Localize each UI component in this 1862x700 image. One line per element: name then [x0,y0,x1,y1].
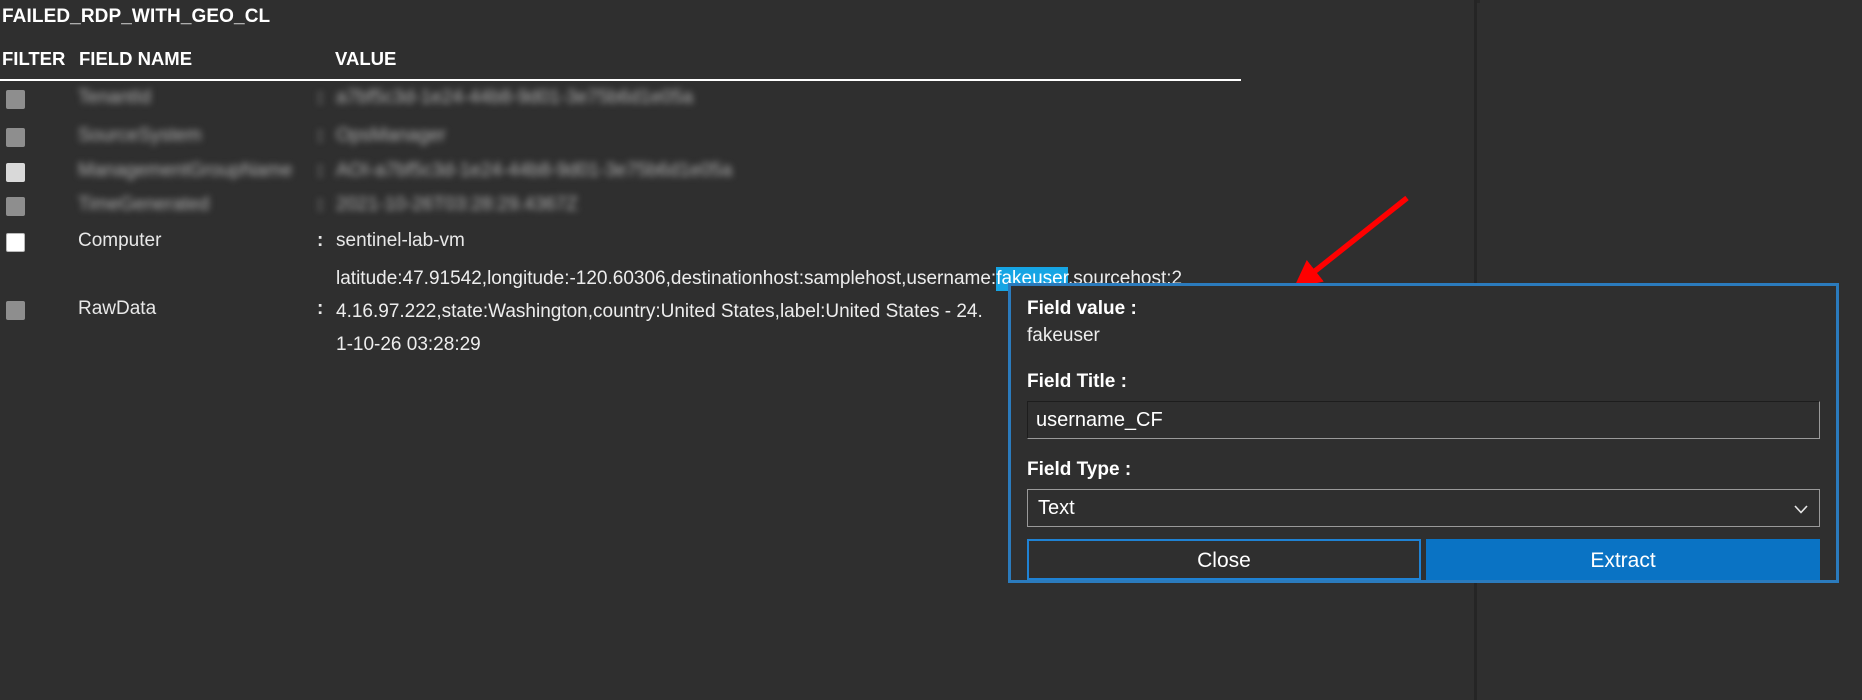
field-type-label: Field Type : [1027,459,1132,480]
row-field-name: SourceSystem [78,125,202,146]
extract-button[interactable]: Extract [1426,539,1820,580]
table-row-computer[interactable]: Computer : sentinel-lab-vm [0,227,1477,262]
row-field-name: Computer [78,230,162,251]
field-value-label: Field value : [1027,298,1137,319]
row-separator: : [317,87,324,108]
row-checkbox[interactable] [6,90,25,109]
field-type-select[interactable]: Text [1027,489,1820,527]
row-value: a7bf5c3d-1e24-44b8-9d01-3e75b6d1e05a [336,87,694,108]
screen-root: FAILED_RDP_WITH_GEO_CL FILTER FIELD NAME… [0,0,1862,700]
field-title-input[interactable] [1027,401,1820,439]
rawdata-text-before: latitude:47.91542,longitude:-120.60306,d… [336,268,997,289]
field-value-text: fakeuser [1027,325,1100,346]
table-row[interactable]: ManagementGroupName : AOI-a7bf5c3d-1e24-… [0,157,1477,191]
table-row[interactable]: SourceSystem : OpsManager [0,122,1477,157]
field-title-label: Field Title : [1027,371,1127,392]
row-separator: : [317,125,324,146]
field-type-selected-value[interactable]: Text [1027,489,1820,527]
close-button[interactable]: Close [1027,539,1421,580]
row-separator: : [317,230,324,251]
column-header-value: VALUE [335,48,397,69]
row-checkbox[interactable] [6,301,25,320]
row-checkbox[interactable] [6,233,25,252]
row-checkbox[interactable] [6,128,25,147]
row-separator: : [317,160,324,181]
column-header-field-name: FIELD NAME [79,48,193,69]
column-header-filter: FILTER [2,48,66,69]
table-row[interactable]: TenantId : a7bf5c3d-1e24-44b8-9d01-3e75b… [0,84,1477,122]
row-field-name: RawData [78,298,157,319]
row-checkbox[interactable] [6,163,25,182]
header-divider [0,79,1241,81]
row-field-name: TenantId [78,87,151,108]
row-separator: : [317,298,324,319]
row-field-name: TimeGenerated [78,194,210,215]
table-row[interactable]: TimeGenerated : 2021-10-26T03:28:29.4367… [0,191,1477,227]
row-value: AOI-a7bf5c3d-1e24-44b8-9d01-3e75b6d1e05a [336,160,733,181]
page-title: FAILED_RDP_WITH_GEO_CL [2,6,271,27]
row-separator: : [317,194,324,215]
row-value: OpsManager [336,125,446,146]
popup-button-row: Close Extract [1027,539,1820,580]
row-checkbox[interactable] [6,197,25,216]
row-value: sentinel-lab-vm [336,230,465,251]
row-field-name: ManagementGroupName [78,160,293,181]
row-value: 2021-10-26T03:28:29.4367Z [336,194,578,215]
extract-field-popup: Field value : fakeuser Field Title : Fie… [1008,283,1839,583]
